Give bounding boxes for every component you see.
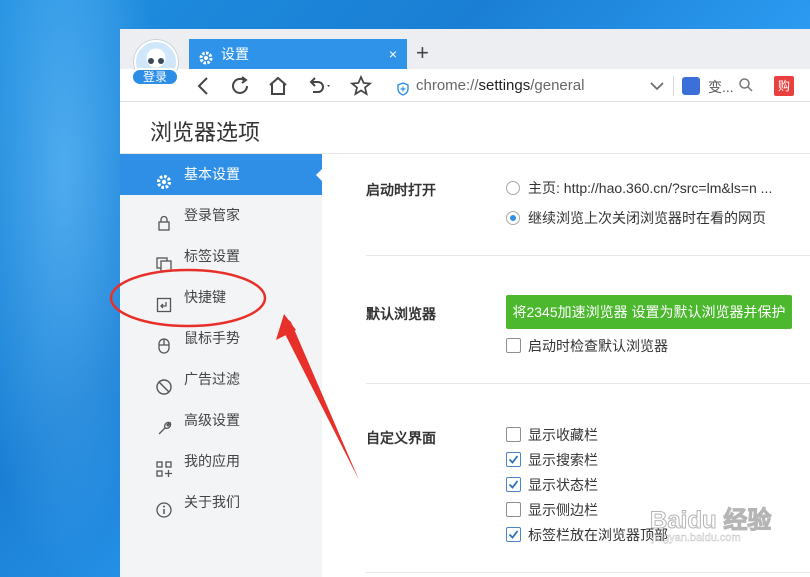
shield-icon [396,79,410,96]
sidebar-item-label: 广告过滤 [184,371,240,387]
apps-icon [155,453,173,477]
login-button[interactable]: 登录 [131,68,179,86]
refresh-icon[interactable] [228,74,252,98]
option-label: 显示状态栏 [528,477,598,493]
search-text: 变... [708,79,734,95]
sidebar-item-label: 基本设置 [184,166,240,182]
ui-option-bookmarks-bar[interactable]: 显示收藏栏 [506,426,598,444]
tab-close-button[interactable]: × [389,39,397,69]
option-label: 继续浏览上次关闭浏览器时在看的网页 [528,210,766,226]
startup-option-continue[interactable]: 继续浏览上次关闭浏览器时在看的网页 [506,209,766,227]
toolbar-divider [673,76,674,96]
sidebar-item-label: 标签设置 [184,248,240,264]
tab-strip: 登录 设置 × + [120,29,810,86]
tab-title: 设置 [221,46,249,62]
sidebar-item-shortcuts[interactable]: 快捷键 [120,277,322,318]
sidebar-item-basic[interactable]: 基本设置 [120,154,323,195]
sidebar-item-login-manager[interactable]: 登录管家 [120,195,322,236]
star-icon[interactable] [349,74,373,98]
mouse-icon [155,330,173,354]
baidu-paw-icon [682,77,700,95]
set-default-browser-button[interactable]: 将2345加速浏览器 设置为默认浏览器并保护 [506,295,792,329]
url-path: /general [530,77,585,94]
sidebar-item-advanced[interactable]: 高级设置 [120,400,322,441]
section-divider [366,572,810,573]
sidebar-item-my-apps[interactable]: 我的应用 [120,441,322,482]
checkbox[interactable] [506,338,521,353]
back-icon[interactable] [192,74,216,98]
sidebar-item-mouse-gestures[interactable]: 鼠标手势 [120,318,322,359]
check-default-browser-option[interactable]: 启动时检查默认浏览器 [506,337,668,355]
option-label: 显示收藏栏 [528,427,598,443]
section-divider [366,383,810,384]
wrench-icon [155,412,173,435]
lock-icon [155,207,173,231]
watermark-url: jingyan.baidu.com [652,532,741,544]
watermark: Baidu 经验 jingyan.baidu.com [640,500,790,550]
option-label: 启动时检查默认浏览器 [528,338,668,354]
home-icon[interactable] [266,74,290,98]
sidebar-item-label: 鼠标手势 [184,330,240,346]
option-label: 主页: http://hao.360.cn/?src=lm&ls=n ... [528,180,773,196]
ui-option-search-bar[interactable]: 显示搜索栏 [506,451,598,469]
radio-button-selected[interactable] [506,211,520,225]
url-host: settings [478,77,531,94]
sidebar-item-label: 高级设置 [184,412,240,428]
checkbox-checked[interactable] [506,452,521,467]
watermark-logo: Baidu 经验 [649,507,772,535]
undo-close-icon[interactable] [304,74,334,98]
option-label: 显示搜索栏 [528,452,598,468]
url-scheme: chrome:// [416,77,479,94]
section-divider [366,255,810,256]
info-icon [155,494,173,518]
toolbar: chrome://settings/general 变... 购 [120,69,810,102]
user-avatar[interactable]: 登录 [130,40,182,92]
sidebar-item-label: 我的应用 [184,453,240,469]
ui-option-sidebar[interactable]: 显示侧边栏 [506,501,598,519]
browser-window: 登录 设置 × + chrome://settings/general 变...… [120,29,810,577]
ui-option-status-bar[interactable]: 显示状态栏 [506,476,598,494]
address-bar[interactable]: chrome://settings/general [392,73,670,99]
startup-section-label: 启动时打开 [366,182,436,198]
sidebar-item-label: 快捷键 [184,289,226,305]
custom-ui-section-label: 自定义界面 [366,430,436,446]
shortcut-icon [155,289,173,313]
tabs-icon [155,248,173,272]
gear-icon [198,46,214,65]
page-title: 浏览器选项 [150,120,261,145]
search-icon[interactable] [738,77,754,93]
new-tab-button[interactable]: + [416,39,429,67]
checkbox-checked[interactable] [506,477,521,492]
checkbox-checked[interactable] [506,527,521,542]
sidebar-item-label: 关于我们 [184,494,240,510]
radio-button[interactable] [506,181,520,195]
sidebar-item-about[interactable]: 关于我们 [120,482,322,523]
shopping-button[interactable]: 购 [774,76,794,96]
option-label: 显示侧边栏 [528,502,598,518]
settings-sidebar: 基本设置 登录管家 标签设置 快捷键 鼠标手势 广告过滤 高级设置 我的应用 关… [120,154,323,577]
chevron-down-icon[interactable] [650,78,664,91]
sidebar-item-tabs[interactable]: 标签设置 [120,236,322,277]
tab-settings[interactable]: 设置 × [189,39,407,69]
gear-icon [155,166,173,190]
checkbox[interactable] [506,427,521,442]
sidebar-item-label: 登录管家 [184,207,240,223]
sidebar-item-ad-filter[interactable]: 广告过滤 [120,359,322,400]
startup-option-homepage[interactable]: 主页: http://hao.360.cn/?src=lm&ls=n ... [506,179,772,197]
block-icon [155,371,173,395]
checkbox[interactable] [506,502,521,517]
default-browser-section-label: 默认浏览器 [366,306,436,322]
